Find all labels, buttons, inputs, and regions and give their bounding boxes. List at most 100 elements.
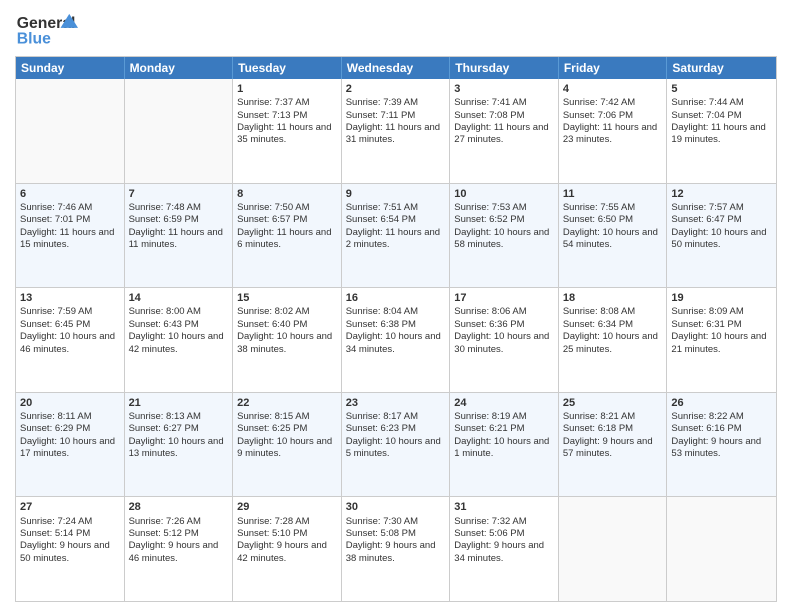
day-number: 23 bbox=[346, 396, 446, 410]
daylight-text: Daylight: 10 hours and 58 minutes. bbox=[454, 227, 549, 250]
day-number: 12 bbox=[671, 187, 772, 201]
sunrise-text: Sunrise: 7:30 AM bbox=[346, 516, 418, 527]
sunrise-text: Sunrise: 8:02 AM bbox=[237, 306, 309, 317]
day-cell-6: 6Sunrise: 7:46 AMSunset: 7:01 PMDaylight… bbox=[16, 184, 125, 288]
day-cell-22: 22Sunrise: 8:15 AMSunset: 6:25 PMDayligh… bbox=[233, 393, 342, 497]
day-number: 24 bbox=[454, 396, 554, 410]
day-cell-26: 26Sunrise: 8:22 AMSunset: 6:16 PMDayligh… bbox=[667, 393, 776, 497]
daylight-text: Daylight: 10 hours and 30 minutes. bbox=[454, 331, 549, 354]
day-number: 21 bbox=[129, 396, 229, 410]
day-number: 11 bbox=[563, 187, 663, 201]
day-cell-9: 9Sunrise: 7:51 AMSunset: 6:54 PMDaylight… bbox=[342, 184, 451, 288]
sunset-text: Sunset: 6:57 PM bbox=[237, 214, 307, 225]
sunrise-text: Sunrise: 8:13 AM bbox=[129, 411, 201, 422]
daylight-text: Daylight: 11 hours and 6 minutes. bbox=[237, 227, 331, 250]
day-cell-23: 23Sunrise: 8:17 AMSunset: 6:23 PMDayligh… bbox=[342, 393, 451, 497]
day-cell-29: 29Sunrise: 7:28 AMSunset: 5:10 PMDayligh… bbox=[233, 497, 342, 601]
day-cell-3: 3Sunrise: 7:41 AMSunset: 7:08 PMDaylight… bbox=[450, 79, 559, 183]
sunrise-text: Sunrise: 7:24 AM bbox=[20, 516, 92, 527]
day-number: 20 bbox=[20, 396, 120, 410]
daylight-text: Daylight: 10 hours and 46 minutes. bbox=[20, 331, 115, 354]
daylight-text: Daylight: 10 hours and 13 minutes. bbox=[129, 436, 224, 459]
sunset-text: Sunset: 6:36 PM bbox=[454, 319, 524, 330]
daylight-text: Daylight: 11 hours and 2 minutes. bbox=[346, 227, 440, 250]
sunrise-text: Sunrise: 8:00 AM bbox=[129, 306, 201, 317]
sunrise-text: Sunrise: 8:19 AM bbox=[454, 411, 526, 422]
day-cell-16: 16Sunrise: 8:04 AMSunset: 6:38 PMDayligh… bbox=[342, 288, 451, 392]
day-number: 31 bbox=[454, 500, 554, 514]
svg-text:Blue: Blue bbox=[17, 31, 51, 48]
day-cell-8: 8Sunrise: 7:50 AMSunset: 6:57 PMDaylight… bbox=[233, 184, 342, 288]
day-cell-30: 30 Sunrise: 7:30 AMSunset: 5:08 PMDayligh… bbox=[342, 497, 451, 601]
sunset-text: Sunset: 7:01 PM bbox=[20, 214, 90, 225]
sunset-text: Sunset: 6:43 PM bbox=[129, 319, 199, 330]
sunset-text: Sunset: 6:40 PM bbox=[237, 319, 307, 330]
daylight-text: Daylight: 10 hours and 5 minutes. bbox=[346, 436, 441, 459]
day-cell-19: 19Sunrise: 8:09 AMSunset: 6:31 PMDayligh… bbox=[667, 288, 776, 392]
daylight-text: Daylight: 10 hours and 38 minutes. bbox=[237, 331, 332, 354]
daylight-text: Daylight: 10 hours and 50 minutes. bbox=[671, 227, 766, 250]
empty-cell bbox=[559, 497, 668, 601]
header-day-tuesday: Tuesday bbox=[233, 57, 342, 79]
calendar-header: SundayMondayTuesdayWednesdayThursdayFrid… bbox=[16, 57, 776, 79]
daylight-text: Daylight: 10 hours and 17 minutes. bbox=[20, 436, 115, 459]
empty-cell bbox=[667, 497, 776, 601]
day-number: 17 bbox=[454, 291, 554, 305]
sunrise-text: Sunrise: 8:06 AM bbox=[454, 306, 526, 317]
daylight-text: Daylight: 9 hours and 34 minutes. bbox=[454, 540, 544, 563]
day-cell-11: 11Sunrise: 7:55 AMSunset: 6:50 PMDayligh… bbox=[559, 184, 668, 288]
daylight-text: Daylight: 9 hours and 46 minutes. bbox=[129, 540, 219, 563]
sunset-text: Sunset: 6:52 PM bbox=[454, 214, 524, 225]
day-number: 2 bbox=[346, 82, 446, 96]
day-number: 25 bbox=[563, 396, 663, 410]
sunrise-text: Sunrise: 8:17 AM bbox=[346, 411, 418, 422]
day-cell-1: 1Sunrise: 7:37 AMSunset: 7:13 PMDaylight… bbox=[233, 79, 342, 183]
day-cell-27: 27Sunrise: 7:24 AMSunset: 5:14 PMDayligh… bbox=[16, 497, 125, 601]
sunrise-text: Sunrise: 7:51 AM bbox=[346, 202, 418, 213]
day-number: 22 bbox=[237, 396, 337, 410]
daylight-text: Daylight: 10 hours and 21 minutes. bbox=[671, 331, 766, 354]
sunrise-text: Sunrise: 7:37 AM bbox=[237, 97, 309, 108]
daylight-text: Daylight: 9 hours and 42 minutes. bbox=[237, 540, 327, 563]
day-number: 9 bbox=[346, 187, 446, 201]
day-cell-18: 18Sunrise: 8:08 AMSunset: 6:34 PMDayligh… bbox=[559, 288, 668, 392]
sunrise-text: Sunrise: 7:28 AM bbox=[237, 516, 309, 527]
sunset-text: Sunset: 7:04 PM bbox=[671, 110, 741, 121]
day-cell-13: 13Sunrise: 7:59 AMSunset: 6:45 PMDayligh… bbox=[16, 288, 125, 392]
day-number: 8 bbox=[237, 187, 337, 201]
sunrise-text: Sunrise: 7:41 AM bbox=[454, 97, 526, 108]
daylight-text: Daylight: 10 hours and 54 minutes. bbox=[563, 227, 658, 250]
daylight-text: Daylight: 9 hours and 53 minutes. bbox=[671, 436, 761, 459]
sunrise-text: Sunrise: 8:04 AM bbox=[346, 306, 418, 317]
sunset-text: Sunset: 7:11 PM bbox=[346, 110, 416, 121]
sunset-text: Sunset: 6:38 PM bbox=[346, 319, 416, 330]
daylight-text: Daylight: 9 hours and 38 minutes. bbox=[346, 540, 436, 563]
header-day-sunday: Sunday bbox=[16, 57, 125, 79]
header-day-wednesday: Wednesday bbox=[342, 57, 451, 79]
header-day-friday: Friday bbox=[559, 57, 668, 79]
day-number: 30 bbox=[346, 500, 446, 514]
daylight-text: Daylight: 9 hours and 57 minutes. bbox=[563, 436, 653, 459]
sunset-text: Sunset: 6:21 PM bbox=[454, 423, 524, 434]
day-number: 15 bbox=[237, 291, 337, 305]
day-number: 19 bbox=[671, 291, 772, 305]
sunset-text: Sunset: 5:08 PM bbox=[346, 528, 416, 539]
sunrise-text: Sunrise: 7:53 AM bbox=[454, 202, 526, 213]
empty-cell bbox=[16, 79, 125, 183]
calendar: SundayMondayTuesdayWednesdayThursdayFrid… bbox=[15, 56, 777, 602]
daylight-text: Daylight: 11 hours and 15 minutes. bbox=[20, 227, 114, 250]
daylight-text: Daylight: 10 hours and 34 minutes. bbox=[346, 331, 441, 354]
calendar-body: 1Sunrise: 7:37 AMSunset: 7:13 PMDaylight… bbox=[16, 79, 776, 601]
sunrise-text: Sunrise: 7:59 AM bbox=[20, 306, 92, 317]
sunset-text: Sunset: 6:45 PM bbox=[20, 319, 90, 330]
day-number: 6 bbox=[20, 187, 120, 201]
sunrise-text: Sunrise: 8:08 AM bbox=[563, 306, 635, 317]
day-number: 10 bbox=[454, 187, 554, 201]
sunrise-text: Sunrise: 7:26 AM bbox=[129, 516, 201, 527]
sunset-text: Sunset: 6:29 PM bbox=[20, 423, 90, 434]
day-cell-5: 5Sunrise: 7:44 AMSunset: 7:04 PMDaylight… bbox=[667, 79, 776, 183]
sunrise-text: Sunrise: 8:21 AM bbox=[563, 411, 635, 422]
sunset-text: Sunset: 6:16 PM bbox=[671, 423, 741, 434]
sunrise-text: Sunrise: 7:42 AM bbox=[563, 97, 635, 108]
sunset-text: Sunset: 7:13 PM bbox=[237, 110, 307, 121]
